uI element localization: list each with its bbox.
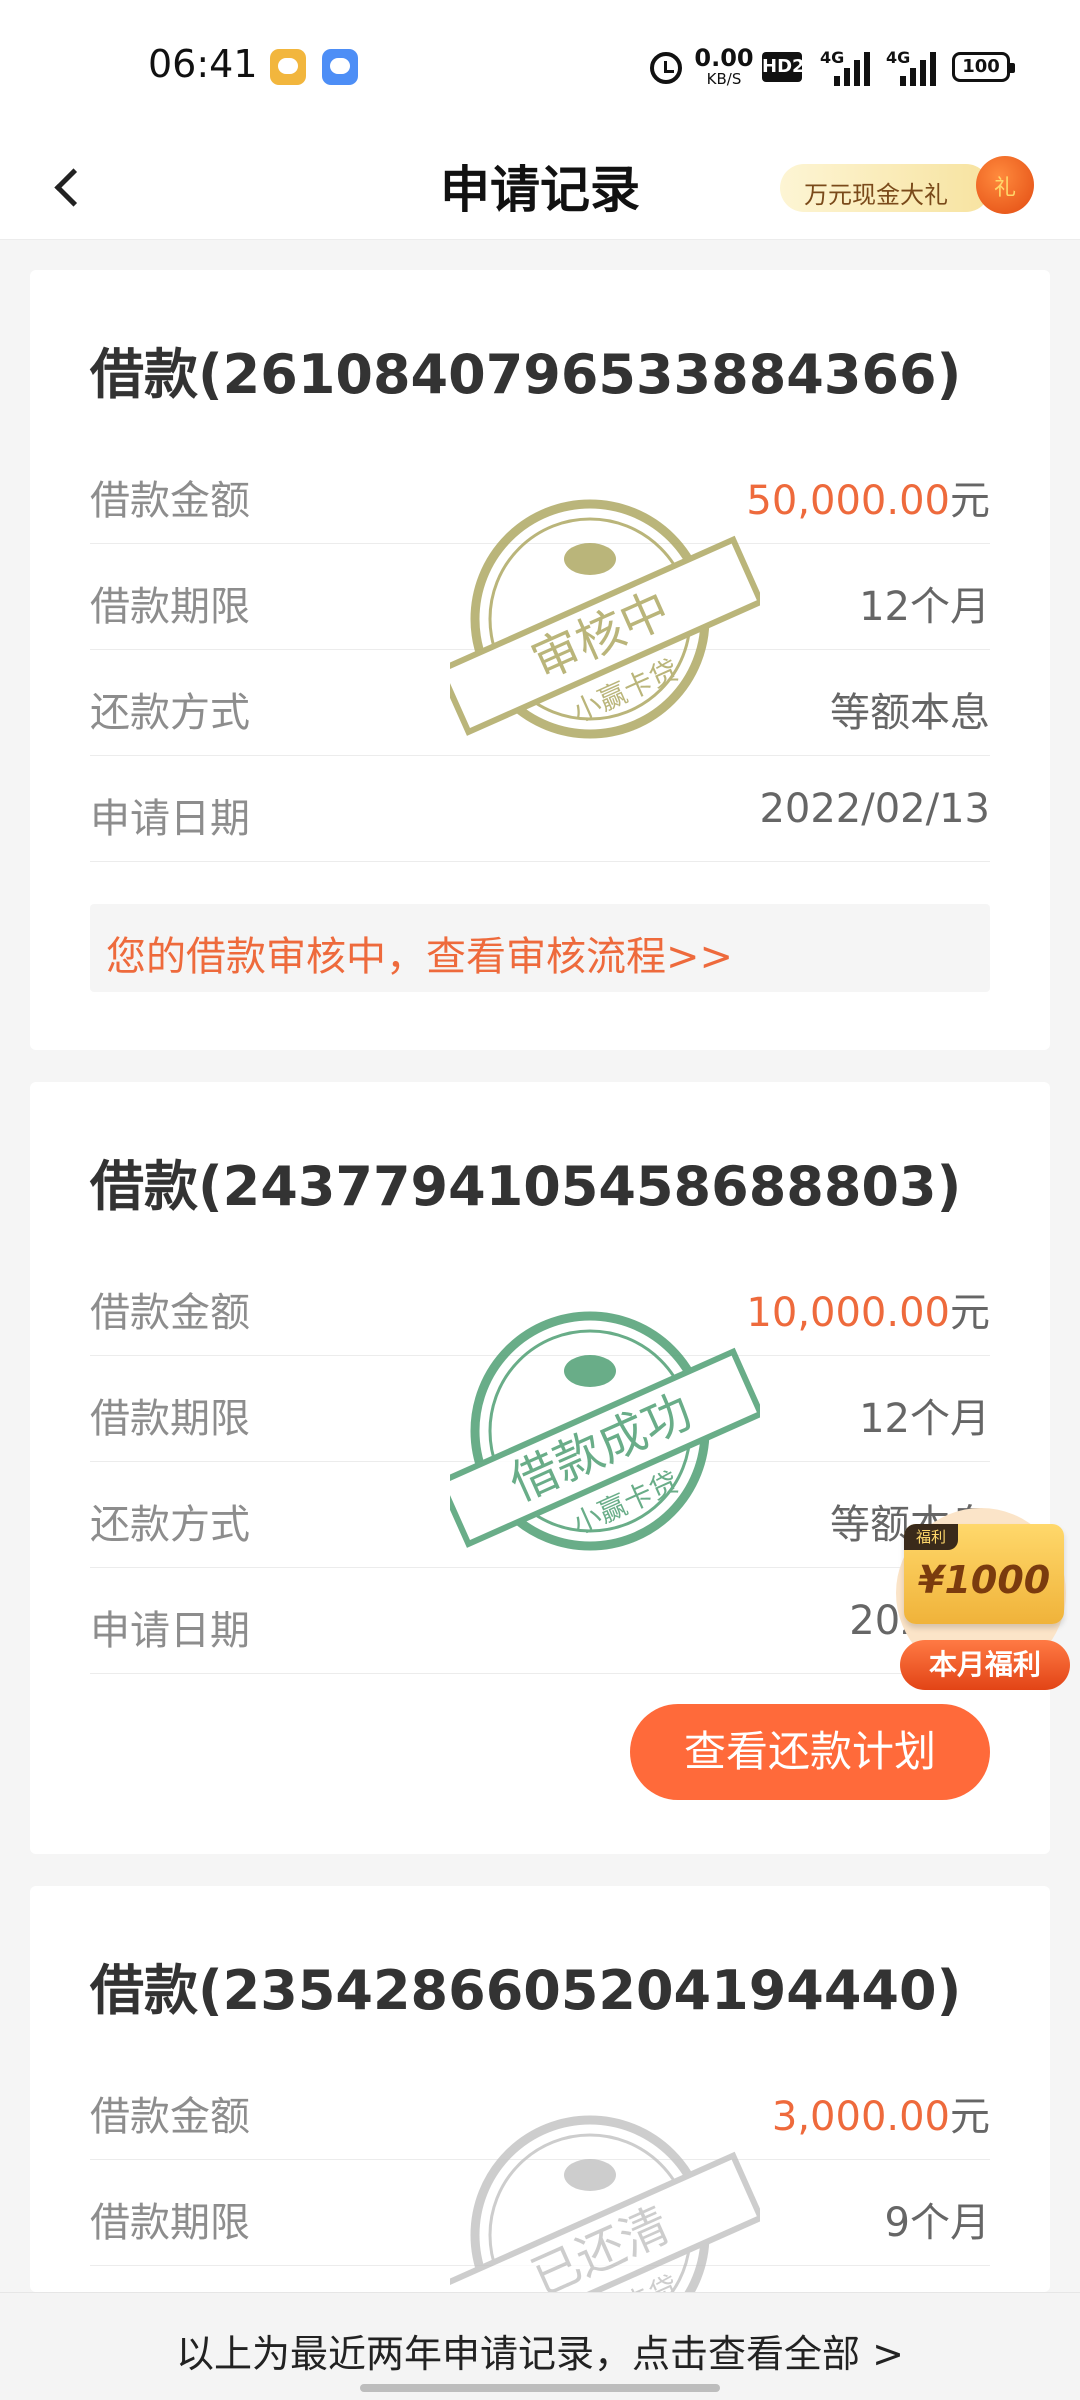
loan-term-label: 借款期限 bbox=[90, 1396, 250, 1442]
repay-method-row: 还款方式 等额本息 bbox=[90, 1462, 990, 1568]
view-all-records-text: 以上为最近两年申请记录，点击查看全部 > bbox=[176, 2332, 904, 2376]
cloud-app-icon bbox=[322, 49, 358, 85]
amount-unit: 元 bbox=[950, 2094, 990, 2140]
network-speed-value: 0.00 bbox=[694, 44, 754, 72]
welfare-coupon-icon: 福利 ¥1000 bbox=[904, 1524, 1064, 1624]
loan-term-row: 借款期限 9个月 bbox=[90, 2160, 990, 2266]
apply-date-value: 2022/02/13 bbox=[759, 786, 990, 832]
repay-method-label: 还款方式 bbox=[90, 1502, 250, 1548]
loan-amount-row: 借款金额 50,000.00元 bbox=[90, 438, 990, 544]
loan-title: 借款(2610840796533884366) bbox=[90, 343, 962, 406]
loan-term-label: 借款期限 bbox=[90, 584, 250, 630]
loan-amount-label: 借款金额 bbox=[90, 2094, 250, 2140]
loan-card[interactable]: 借款(2610840796533884366) 借款金额 50,000.00元 … bbox=[30, 270, 1050, 1050]
loan-term-label: 借款期限 bbox=[90, 2200, 250, 2246]
loan-amount: 50,000.00 bbox=[746, 478, 950, 524]
signal-label-2: 4G bbox=[886, 48, 911, 67]
loan-amount-row: 借款金额 10,000.00元 bbox=[90, 1250, 990, 1356]
loan-term-value: 12个月 bbox=[859, 1396, 990, 1442]
signal-label-1: 4G bbox=[820, 48, 845, 67]
apply-date-label: 申请日期 bbox=[90, 1608, 250, 1654]
status-time: 06:41 bbox=[148, 42, 258, 86]
signal-icon-2: 4G bbox=[886, 48, 942, 86]
welfare-tag: 福利 bbox=[904, 1524, 958, 1550]
loan-amount-label: 借款金额 bbox=[90, 478, 250, 524]
apply-date-row: 申请日期 2021/0 bbox=[90, 1568, 990, 1674]
hd-voice-icon: HD2 bbox=[762, 52, 805, 82]
loan-term-row: 借款期限 12个月 bbox=[90, 544, 990, 650]
monthly-welfare-float[interactable]: 福利 ¥1000 本月福利 bbox=[886, 1500, 1076, 1700]
battery-icon: 100 bbox=[952, 52, 1015, 82]
loan-amount: 3,000.00 bbox=[771, 2094, 950, 2140]
nav-bar: 申请记录 万元现金大礼 bbox=[0, 130, 1080, 240]
review-process-link[interactable]: 您的借款审核中，查看审核流程>> bbox=[90, 904, 990, 992]
alarm-icon bbox=[650, 52, 682, 84]
chat-app-icon bbox=[270, 49, 306, 85]
network-speed: 0.00 KB/S bbox=[694, 46, 754, 87]
loan-term-value: 9个月 bbox=[884, 2200, 990, 2246]
network-speed-unit: KB/S bbox=[706, 70, 742, 88]
loan-card[interactable]: 借款(2437794105458688803) 借款金额 10,000.00元 … bbox=[30, 1082, 1050, 1854]
home-indicator[interactable] bbox=[360, 2384, 720, 2392]
amount-unit: 元 bbox=[950, 1290, 990, 1336]
amount-unit: 元 bbox=[950, 478, 990, 524]
signal-icon-1: 4G bbox=[820, 48, 876, 86]
loan-title: 借款(2437794105458688803) bbox=[90, 1155, 962, 1218]
loan-card[interactable]: 借款(2354286605204194440) 借款金额 3,000.00元 借… bbox=[30, 1886, 1050, 2355]
loan-title: 借款(2354286605204194440) bbox=[90, 1959, 962, 2022]
status-bar: 06:41 0.00 KB/S HD2 4G 4G 100 bbox=[0, 0, 1080, 130]
loan-amount-value: 50,000.00元 bbox=[746, 468, 990, 526]
loan-term-value: 12个月 bbox=[859, 584, 990, 630]
apply-date-row: 申请日期 2022/02/13 bbox=[90, 756, 990, 862]
loan-term-row: 借款期限 12个月 bbox=[90, 1356, 990, 1462]
loan-amount-label: 借款金额 bbox=[90, 1290, 250, 1336]
welfare-amount: ¥1000 bbox=[918, 1558, 1051, 1602]
loan-amount-row: 借款金额 3,000.00元 bbox=[90, 2054, 990, 2160]
repay-method-row: 还款方式 等额本息 bbox=[90, 650, 990, 756]
repay-method-label: 还款方式 bbox=[90, 690, 250, 736]
promo-text: 万元现金大礼 bbox=[804, 181, 948, 209]
review-notice-text: 您的借款审核中，查看审核流程>> bbox=[106, 934, 734, 980]
loan-amount-value: 10,000.00元 bbox=[746, 1280, 990, 1338]
loan-amount-value: 3,000.00元 bbox=[772, 2084, 990, 2142]
gift-bag-icon bbox=[976, 156, 1034, 214]
view-repayment-plan-button[interactable]: 查看还款计划 bbox=[630, 1704, 990, 1800]
repay-method-value: 等额本息 bbox=[830, 690, 990, 736]
welfare-label: 本月福利 bbox=[900, 1640, 1070, 1690]
promo-banner[interactable]: 万元现金大礼 bbox=[780, 150, 1040, 216]
apply-date-label: 申请日期 bbox=[90, 796, 250, 842]
loan-amount: 10,000.00 bbox=[746, 1290, 950, 1336]
